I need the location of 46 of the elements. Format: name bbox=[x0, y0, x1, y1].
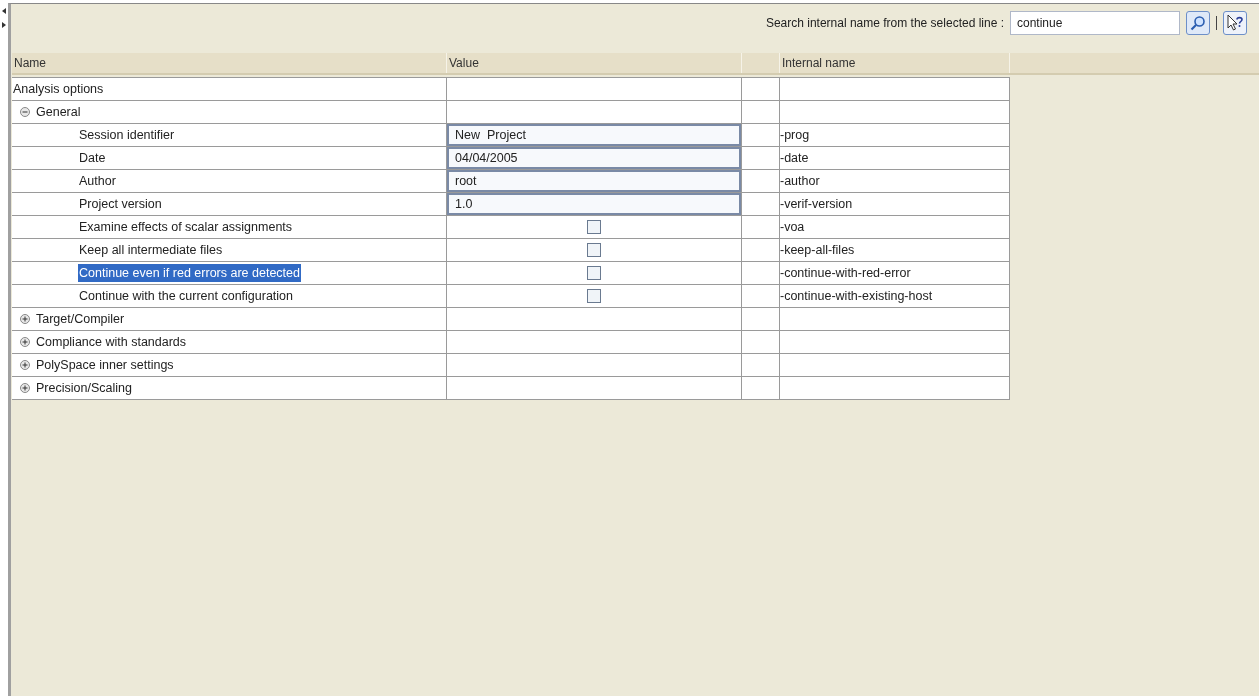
internal-name: -continue-with-red-error bbox=[780, 264, 911, 282]
search-button[interactable] bbox=[1186, 10, 1210, 35]
pointer-help-icon bbox=[1226, 13, 1244, 32]
value-field[interactable]: 04/04/2005 bbox=[447, 147, 741, 169]
option-label[interactable]: Date bbox=[78, 148, 107, 168]
internal-name: -author bbox=[780, 172, 820, 190]
expand-icon[interactable] bbox=[20, 360, 30, 370]
checkbox[interactable] bbox=[587, 289, 601, 303]
expand-icon[interactable] bbox=[20, 383, 30, 393]
internal-name: -verif-version bbox=[780, 195, 853, 213]
tree-group-label[interactable]: PolySpace inner settings bbox=[36, 355, 174, 375]
collapse-left-icon[interactable] bbox=[2, 8, 6, 14]
value-field[interactable]: 1.0 bbox=[447, 193, 741, 215]
internal-name: -continue-with-existing-host bbox=[780, 287, 933, 305]
column-header[interactable]: Internal name bbox=[780, 53, 1010, 73]
option-label[interactable]: Continue even if red errors are detected bbox=[78, 263, 301, 283]
expand-icon[interactable] bbox=[20, 314, 30, 324]
tree-group-label[interactable]: Precision/Scaling bbox=[36, 378, 132, 398]
column-header[interactable]: Name bbox=[12, 53, 447, 73]
expand-icon[interactable] bbox=[20, 337, 30, 347]
internal-name: -voa bbox=[780, 218, 805, 236]
option-label[interactable]: Examine effects of scalar assignments bbox=[78, 217, 294, 237]
search-label: Search internal name from the selected line : bbox=[765, 14, 1004, 32]
checkbox[interactable] bbox=[587, 266, 601, 280]
search-field[interactable]: continue bbox=[1010, 10, 1180, 35]
option-label[interactable]: Project version bbox=[78, 194, 163, 214]
option-label[interactable]: Session identifier bbox=[78, 125, 176, 145]
internal-name: -date bbox=[780, 149, 809, 167]
tree-group-label[interactable]: Compliance with standards bbox=[36, 332, 187, 352]
search-icon bbox=[1190, 14, 1206, 31]
checkbox[interactable] bbox=[587, 220, 601, 234]
expand-right-icon[interactable] bbox=[2, 22, 6, 28]
tree-group-label[interactable]: General bbox=[36, 102, 81, 122]
collapse-icon[interactable] bbox=[20, 107, 30, 117]
tree-root-label[interactable]: Analysis options bbox=[13, 79, 104, 99]
value-field[interactable]: New Project bbox=[447, 124, 741, 146]
internal-name: -prog bbox=[780, 126, 810, 144]
column-header[interactable]: Value bbox=[447, 53, 742, 73]
tree-group-label[interactable]: Target/Compiler bbox=[36, 309, 125, 329]
value-field[interactable]: root bbox=[447, 170, 741, 192]
option-label[interactable]: Keep all intermediate files bbox=[78, 240, 224, 260]
option-label[interactable]: Continue with the current configuration bbox=[78, 286, 294, 306]
option-label[interactable]: Author bbox=[78, 171, 117, 191]
internal-name: -keep-all-files bbox=[780, 241, 855, 259]
help-button[interactable] bbox=[1223, 10, 1247, 35]
checkbox[interactable] bbox=[587, 243, 601, 257]
